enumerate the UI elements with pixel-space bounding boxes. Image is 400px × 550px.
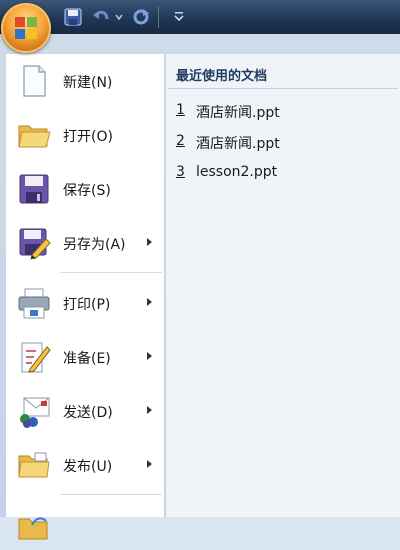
recent-documents-title: 最近使用的文档 — [176, 69, 268, 84]
recent-document-number: 2 — [176, 133, 185, 149]
menu-item-open[interactable]: 打开(O) — [6, 108, 164, 162]
menu-item-label: 新建(N) — [63, 75, 113, 91]
menu-item-print[interactable]: 打印(P) — [6, 276, 164, 330]
submenu-arrow-icon — [147, 352, 152, 360]
office-logo-icon — [15, 17, 37, 39]
menu-item-save-as[interactable]: 另存为(A) — [6, 216, 164, 270]
menu-item-label: 发送(D) — [63, 405, 113, 421]
recent-document-number: 1 — [176, 102, 185, 118]
send-icon — [20, 397, 50, 428]
save-icon[interactable] — [64, 8, 82, 26]
new-document-icon — [23, 65, 46, 97]
quick-access-toolbar — [0, 0, 400, 34]
menu-item-label: 另存为(A) — [63, 237, 126, 253]
save-as-icon — [19, 228, 51, 260]
printer-icon — [18, 288, 50, 319]
recent-document-name: 酒店新闻.ppt — [196, 105, 280, 121]
menu-item-prepare[interactable]: 准备(E) — [6, 330, 164, 384]
submenu-arrow-icon — [147, 460, 152, 468]
submenu-arrow-icon — [147, 406, 152, 414]
open-folder-icon — [18, 125, 51, 148]
submenu-arrow-icon — [147, 238, 152, 246]
recent-document-name: lesson2.ppt — [196, 164, 278, 180]
recent-document-item[interactable]: 2 酒店新闻.ppt — [166, 127, 400, 157]
recent-document-number: 3 — [176, 164, 185, 180]
prepare-icon — [21, 342, 51, 373]
recent-document-item[interactable]: 3 lesson2.ppt — [166, 158, 400, 188]
menu-divider — [60, 494, 162, 495]
menu-item-label: 打开(O) — [63, 129, 113, 145]
recent-document-name: 酒店新闻.ppt — [196, 136, 280, 152]
office-menu: 新建(N) 打开(O) 保存(S) 另存为(A) 打印(P) 准备(E) 发送(… — [6, 54, 165, 540]
undo-icon[interactable] — [92, 8, 110, 26]
menu-item-publish[interactable]: 发布(U) — [6, 438, 164, 492]
menu-item-label: 保存(S) — [63, 183, 111, 199]
toolbar-separator — [158, 6, 159, 28]
redo-icon[interactable] — [132, 8, 150, 26]
submenu-arrow-icon — [147, 298, 152, 306]
menu-item-label: 打印(P) — [63, 297, 111, 313]
menu-item-label: 发布(U) — [63, 459, 113, 475]
menu-item-new[interactable]: 新建(N) — [6, 54, 164, 108]
recent-title-divider — [168, 88, 398, 89]
undo-dropdown-icon[interactable] — [115, 13, 123, 21]
menu-item-partial[interactable] — [6, 496, 164, 550]
menu-divider — [60, 272, 162, 273]
save-disk-icon — [19, 174, 49, 204]
folder-arrow-icon — [18, 517, 48, 540]
menu-item-label: 准备(E) — [63, 351, 111, 367]
recent-documents-panel: 最近使用的文档 1 酒店新闻.ppt 2 酒店新闻.ppt 3 lesson2.… — [166, 54, 400, 517]
recent-document-item[interactable]: 1 酒店新闻.ppt — [166, 96, 400, 126]
publish-icon — [18, 452, 50, 478]
office-button[interactable] — [1, 3, 51, 53]
menu-item-save[interactable]: 保存(S) — [6, 162, 164, 216]
menu-item-send[interactable]: 发送(D) — [6, 384, 164, 438]
customize-icon[interactable] — [174, 11, 184, 23]
